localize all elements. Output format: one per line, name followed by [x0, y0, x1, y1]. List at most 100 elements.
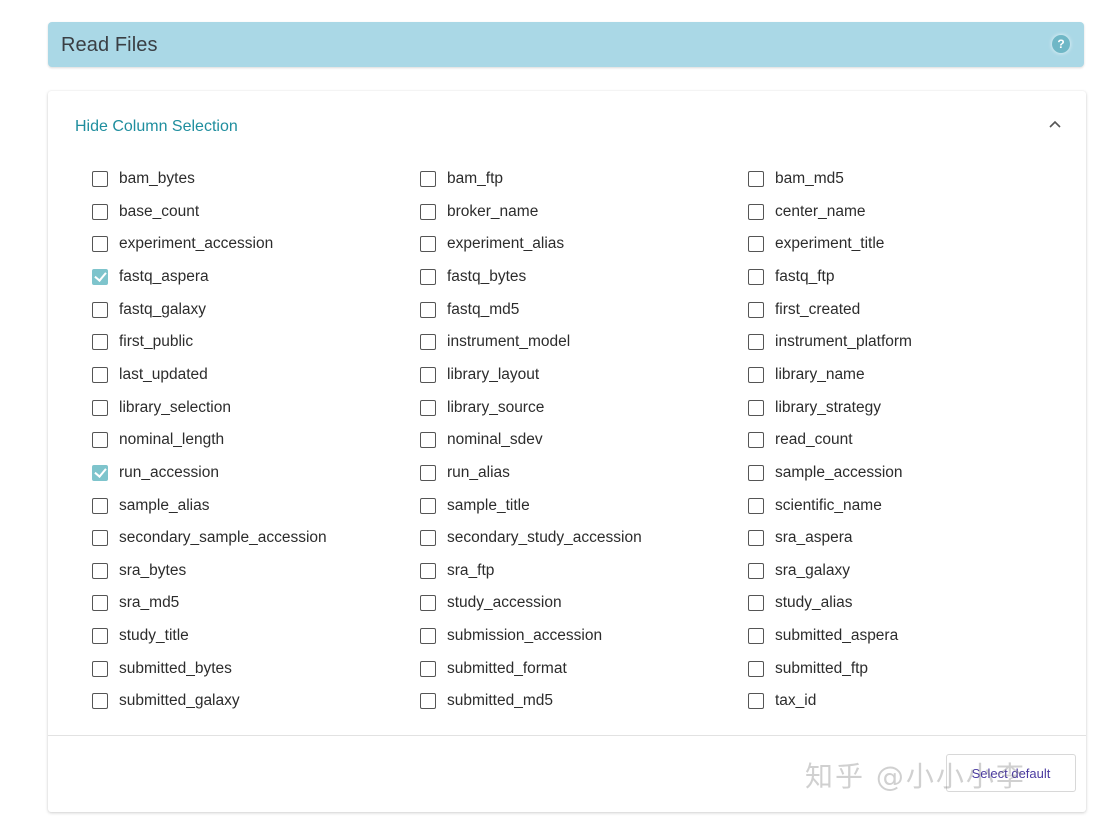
column-option-library-strategy[interactable]: library_strategy	[748, 396, 881, 420]
column-option-fastq-aspera[interactable]: fastq_aspera	[92, 265, 209, 289]
column-option-library-name[interactable]: library_name	[748, 363, 865, 387]
checkbox[interactable]	[420, 530, 436, 547]
checkbox[interactable]	[92, 595, 108, 612]
column-option-bam-bytes[interactable]: bam_bytes	[92, 167, 195, 191]
column-option-sra-bytes[interactable]: sra_bytes	[92, 559, 186, 583]
checkbox[interactable]	[748, 301, 764, 318]
checkbox[interactable]	[420, 366, 436, 383]
checkbox[interactable]	[92, 366, 108, 383]
column-option-submitted-galaxy[interactable]: submitted_galaxy	[92, 689, 240, 713]
column-option-experiment-title[interactable]: experiment_title	[748, 232, 884, 256]
checkbox[interactable]	[748, 497, 764, 514]
column-option-sra-aspera[interactable]: sra_aspera	[748, 526, 853, 550]
checkbox[interactable]	[748, 530, 764, 547]
help-icon[interactable]: ?	[1052, 35, 1070, 53]
column-option-broker-name[interactable]: broker_name	[420, 200, 538, 224]
column-option-run-accession[interactable]: run_accession	[92, 461, 219, 485]
checkbox[interactable]	[748, 203, 764, 220]
checkbox[interactable]	[420, 203, 436, 220]
checkbox[interactable]	[420, 301, 436, 318]
column-option-nominal-length[interactable]: nominal_length	[92, 428, 224, 452]
checkbox[interactable]	[748, 268, 764, 285]
column-option-first-created[interactable]: first_created	[748, 298, 860, 322]
column-option-submission-accession[interactable]: submission_accession	[420, 624, 602, 648]
checkbox[interactable]	[420, 432, 436, 449]
checkbox[interactable]	[748, 334, 764, 351]
checkbox[interactable]	[92, 660, 108, 677]
checkbox[interactable]	[92, 301, 108, 318]
column-option-sra-ftp[interactable]: sra_ftp	[420, 559, 494, 583]
column-option-experiment-accession[interactable]: experiment_accession	[92, 232, 273, 256]
checkbox[interactable]	[420, 693, 436, 710]
checkbox[interactable]	[420, 628, 436, 645]
column-option-scientific-name[interactable]: scientific_name	[748, 494, 882, 518]
column-option-fastq-galaxy[interactable]: fastq_galaxy	[92, 298, 206, 322]
checkbox[interactable]	[92, 236, 108, 253]
column-option-submitted-format[interactable]: submitted_format	[420, 657, 567, 681]
checkbox[interactable]	[420, 660, 436, 677]
column-option-tax-id[interactable]: tax_id	[748, 689, 816, 713]
checkbox[interactable]	[420, 562, 436, 579]
checkbox[interactable]	[92, 497, 108, 514]
checkbox[interactable]	[420, 334, 436, 351]
checkbox[interactable]	[748, 693, 764, 710]
column-option-submitted-bytes[interactable]: submitted_bytes	[92, 657, 232, 681]
column-option-bam-md5[interactable]: bam_md5	[748, 167, 844, 191]
checkbox[interactable]	[748, 464, 764, 481]
column-option-library-source[interactable]: library_source	[420, 396, 544, 420]
checkbox[interactable]	[420, 497, 436, 514]
checkbox[interactable]	[92, 432, 108, 449]
checkbox[interactable]	[420, 236, 436, 253]
checkbox[interactable]	[92, 203, 108, 220]
checkbox[interactable]	[420, 171, 436, 187]
column-option-secondary-sample-accession[interactable]: secondary_sample_accession	[92, 526, 327, 550]
column-option-fastq-bytes[interactable]: fastq_bytes	[420, 265, 526, 289]
checkbox-checked[interactable]	[92, 464, 108, 481]
hide-column-selection-link[interactable]: Hide Column Selection	[75, 118, 238, 136]
checkbox[interactable]	[748, 660, 764, 677]
column-option-sample-title[interactable]: sample_title	[420, 494, 530, 518]
column-option-run-alias[interactable]: run_alias	[420, 461, 510, 485]
column-option-study-accession[interactable]: study_accession	[420, 591, 562, 615]
checkbox[interactable]	[92, 693, 108, 710]
column-option-bam-ftp[interactable]: bam_ftp	[420, 167, 503, 191]
column-option-study-title[interactable]: study_title	[92, 624, 189, 648]
column-option-nominal-sdev[interactable]: nominal_sdev	[420, 428, 543, 452]
checkbox[interactable]	[748, 171, 764, 187]
checkbox[interactable]	[748, 399, 764, 416]
column-option-instrument-model[interactable]: instrument_model	[420, 330, 570, 354]
column-option-sra-galaxy[interactable]: sra_galaxy	[748, 559, 850, 583]
column-option-sra-md5[interactable]: sra_md5	[92, 591, 179, 615]
column-option-submitted-md5[interactable]: submitted_md5	[420, 689, 553, 713]
column-option-center-name[interactable]: center_name	[748, 200, 865, 224]
checkbox-checked[interactable]	[92, 268, 108, 285]
column-option-study-alias[interactable]: study_alias	[748, 591, 853, 615]
checkbox[interactable]	[748, 628, 764, 645]
column-option-last-updated[interactable]: last_updated	[92, 363, 208, 387]
checkbox[interactable]	[748, 595, 764, 612]
column-option-sample-alias[interactable]: sample_alias	[92, 494, 209, 518]
checkbox[interactable]	[420, 399, 436, 416]
column-option-base-count[interactable]: base_count	[92, 200, 199, 224]
checkbox[interactable]	[420, 268, 436, 285]
select-default-button[interactable]: Select default	[946, 754, 1076, 792]
checkbox[interactable]	[748, 366, 764, 383]
column-option-instrument-platform[interactable]: instrument_platform	[748, 330, 912, 354]
column-option-fastq-ftp[interactable]: fastq_ftp	[748, 265, 834, 289]
column-option-first-public[interactable]: first_public	[92, 330, 193, 354]
checkbox[interactable]	[748, 432, 764, 449]
column-option-submitted-ftp[interactable]: submitted_ftp	[748, 657, 868, 681]
column-option-secondary-study-accession[interactable]: secondary_study_accession	[420, 526, 642, 550]
column-option-fastq-md5[interactable]: fastq_md5	[420, 298, 519, 322]
checkbox[interactable]	[420, 595, 436, 612]
checkbox[interactable]	[92, 334, 108, 351]
column-option-library-selection[interactable]: library_selection	[92, 396, 231, 420]
chevron-up-icon[interactable]	[1048, 117, 1062, 131]
column-option-library-layout[interactable]: library_layout	[420, 363, 539, 387]
column-option-read-count[interactable]: read_count	[748, 428, 853, 452]
checkbox[interactable]	[92, 171, 108, 187]
checkbox[interactable]	[92, 399, 108, 416]
checkbox[interactable]	[92, 562, 108, 579]
checkbox[interactable]	[420, 464, 436, 481]
column-option-submitted-aspera[interactable]: submitted_aspera	[748, 624, 898, 648]
